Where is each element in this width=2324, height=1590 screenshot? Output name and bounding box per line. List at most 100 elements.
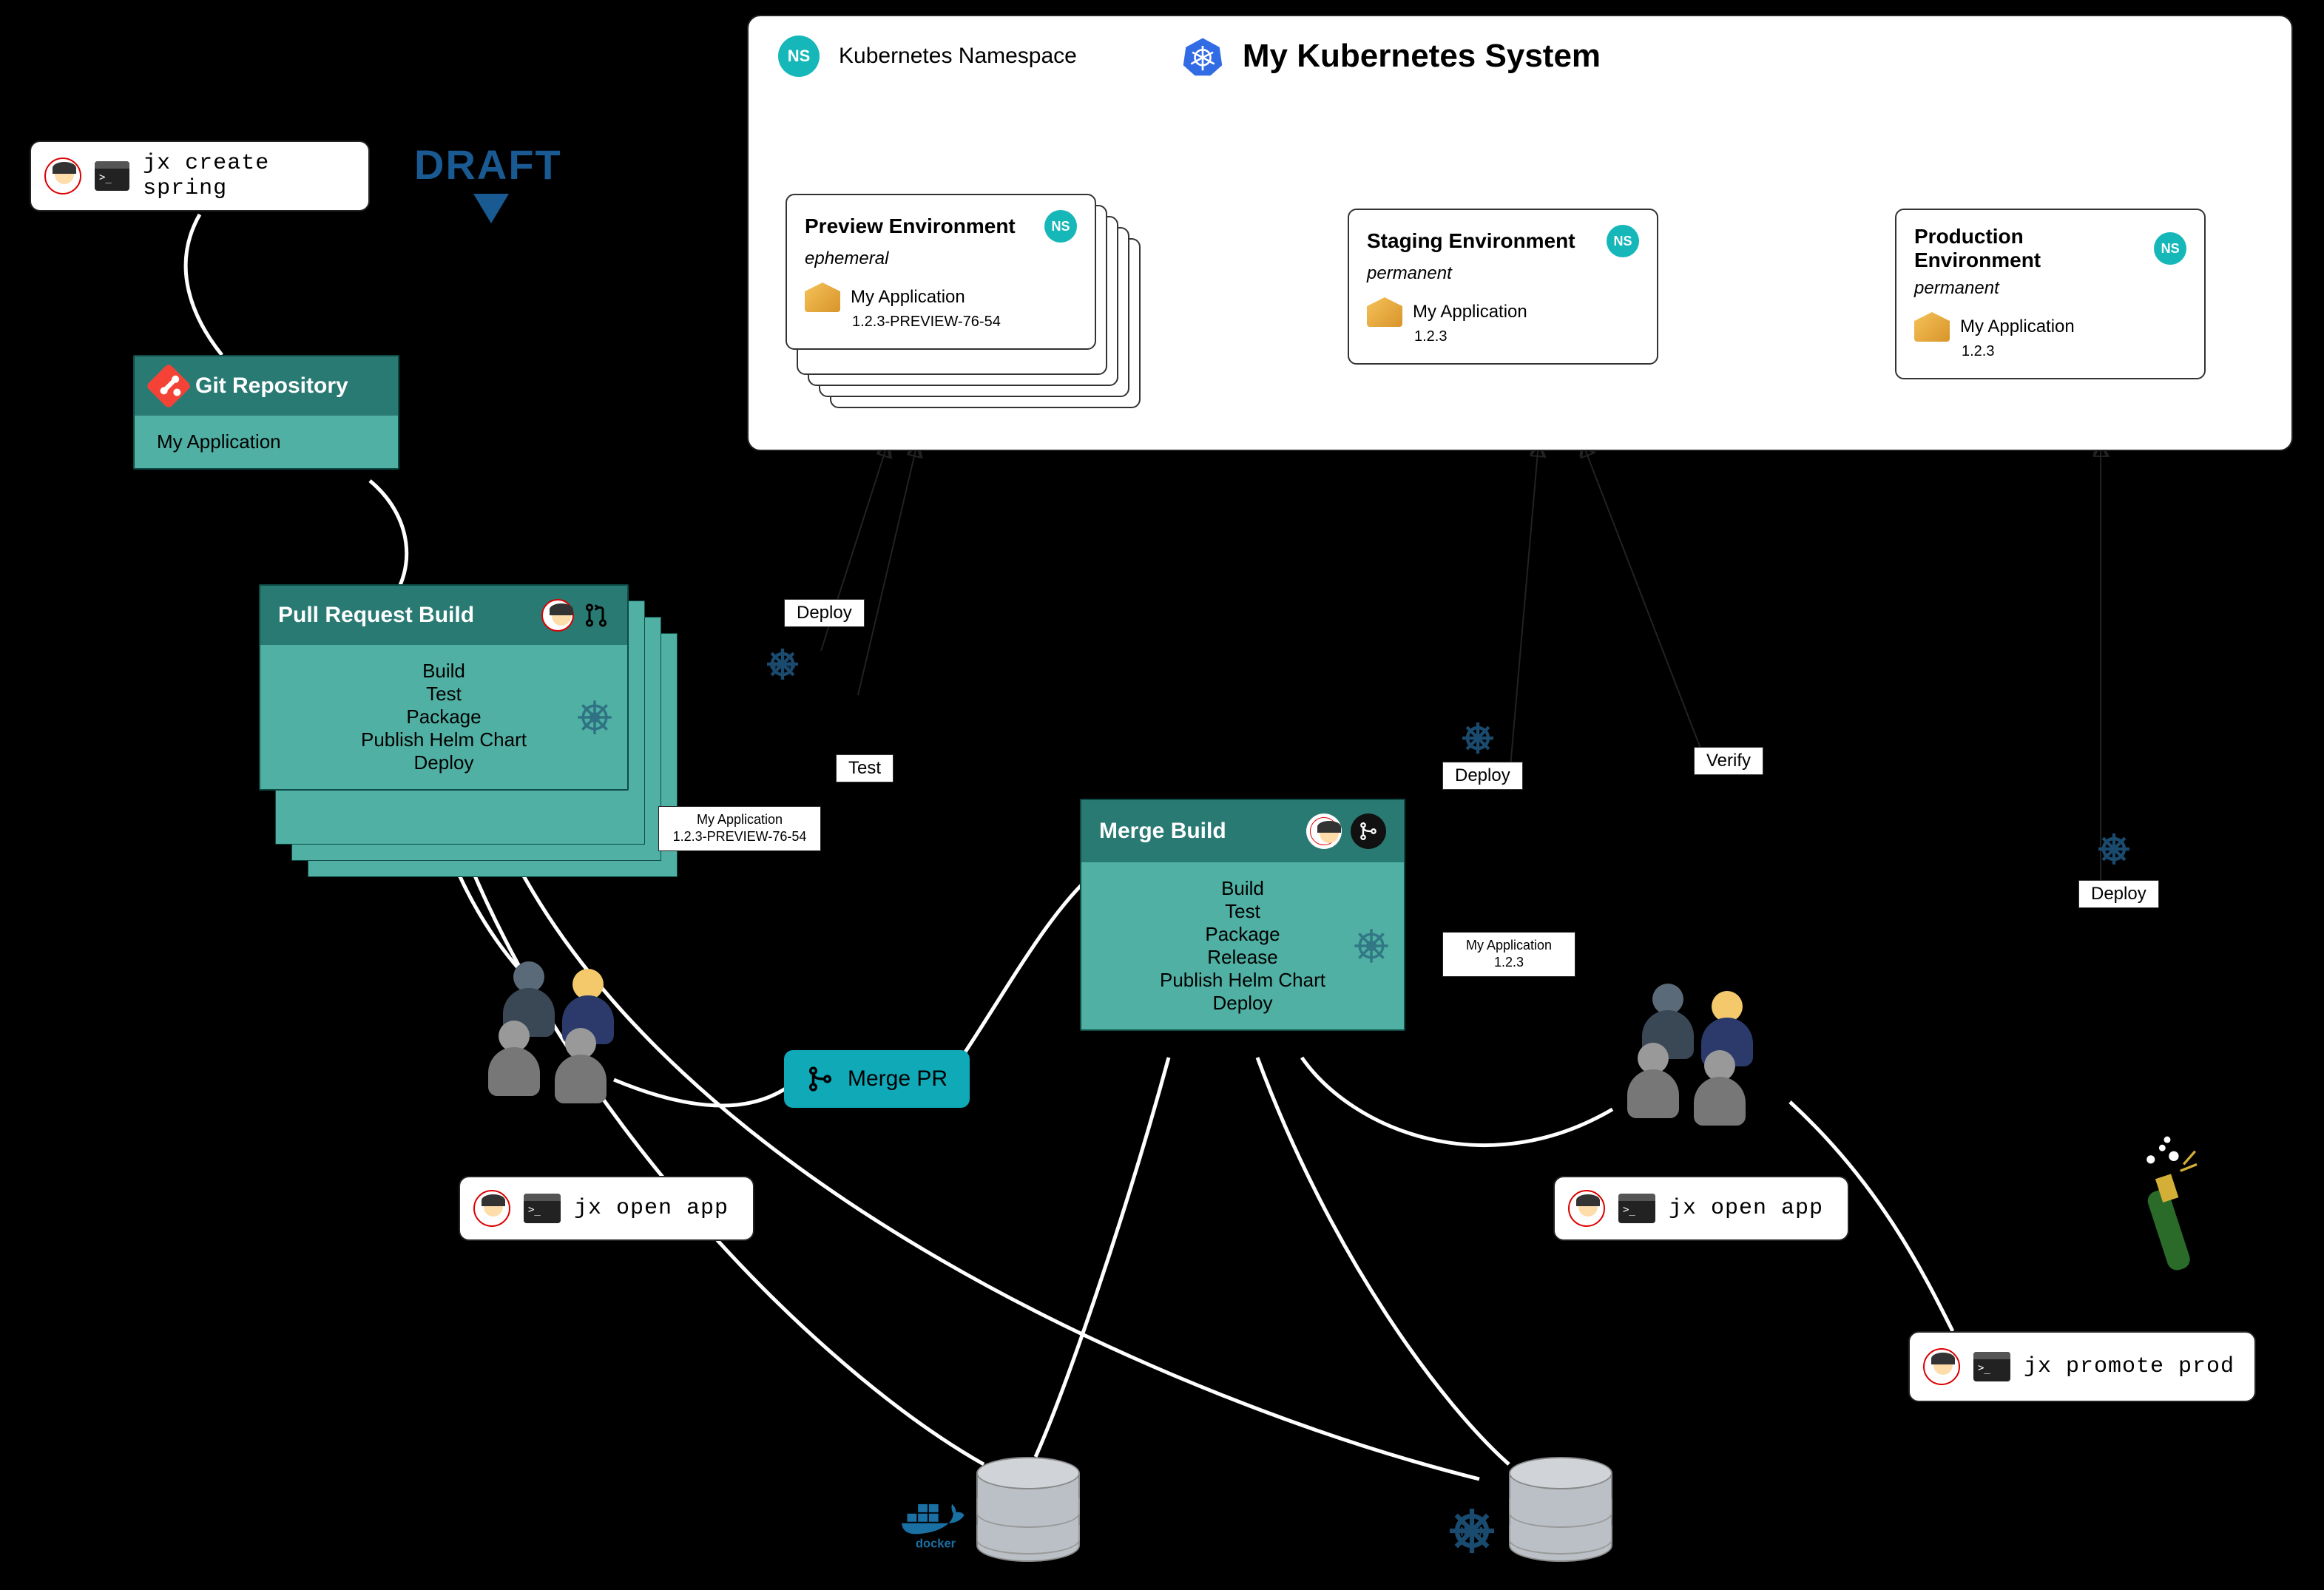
tag-deploy-prod: Deploy bbox=[2078, 880, 2159, 908]
cmd-open-app-2: jx open app bbox=[1553, 1176, 1849, 1241]
tag-test: Test bbox=[836, 754, 894, 782]
svg-text:docker: docker bbox=[916, 1537, 956, 1551]
terminal-icon bbox=[1973, 1352, 2010, 1381]
ns-badge: NS bbox=[778, 35, 820, 77]
prod-env-kind: permanent bbox=[1914, 278, 2186, 299]
pr-artifact-ver: 1.2.3-PREVIEW-76-54 bbox=[666, 828, 813, 845]
helm-icon: HELM bbox=[762, 643, 803, 685]
git-icon bbox=[146, 363, 192, 409]
preview-app-name: My Application bbox=[851, 287, 965, 308]
pr-step: Test bbox=[275, 683, 612, 706]
helm-icon bbox=[2093, 828, 2135, 870]
ns-label: Kubernetes Namespace bbox=[839, 44, 1077, 69]
helm-icon bbox=[1457, 717, 1499, 759]
staging-env-title: Staging Environment NS bbox=[1367, 225, 1639, 257]
staging-app-name: My Application bbox=[1413, 302, 1527, 322]
terminal-icon bbox=[1618, 1194, 1655, 1223]
mb-step: Package bbox=[1096, 923, 1389, 946]
staging-env-kind: permanent bbox=[1367, 263, 1639, 284]
pr-build-stack: Pull Request Build Build Test Package Pu… bbox=[259, 584, 629, 791]
cmd-open-app-1: jx open app bbox=[459, 1176, 754, 1241]
svg-text:HELM: HELM bbox=[1455, 1525, 1489, 1538]
mb-step: Test bbox=[1096, 900, 1389, 923]
tag-deploy-staging: Deploy bbox=[1442, 762, 1523, 790]
jenkins-icon bbox=[1568, 1190, 1605, 1227]
pr-artifact-name: My Application bbox=[666, 811, 813, 828]
merge-icon bbox=[1351, 813, 1386, 849]
prod-app-name: My Application bbox=[1960, 317, 2075, 337]
jenkins-icon bbox=[541, 599, 574, 632]
terminal-icon bbox=[524, 1194, 561, 1223]
helm-icon bbox=[1351, 925, 1392, 967]
staging-app-row: My Application bbox=[1367, 297, 1639, 327]
ns-badge: NS bbox=[2154, 232, 2186, 265]
draft-arrow-icon bbox=[473, 194, 509, 223]
pr-build-title: Pull Request Build bbox=[278, 603, 474, 628]
terminal-icon bbox=[95, 161, 129, 191]
merge-pr-label: Merge PR bbox=[848, 1066, 947, 1092]
prod-app-row: My Application bbox=[1914, 312, 2186, 342]
merge-build-header: Merge Build bbox=[1081, 800, 1404, 862]
draft-text: DRAFT bbox=[414, 141, 562, 188]
merge-build-body: Build Test Package Release Publish Helm … bbox=[1081, 862, 1404, 1029]
staging-env-card: Staging Environment NS permanent My Appl… bbox=[1348, 209, 1658, 365]
k8s-title: My Kubernetes System bbox=[1243, 38, 1601, 75]
helm-icon bbox=[574, 697, 615, 738]
people-group bbox=[488, 961, 636, 1095]
people-group-2 bbox=[1627, 984, 1775, 1117]
tag-deploy-preview: Deploy bbox=[784, 599, 865, 627]
k8s-header: NS Kubernetes Namespace My Kubernetes Sy… bbox=[749, 16, 2291, 96]
pr-build-body: Build Test Package Publish Helm Chart De… bbox=[260, 645, 627, 789]
package-icon bbox=[805, 283, 840, 312]
jenkins-icon bbox=[44, 158, 81, 194]
ns-badge: NS bbox=[1607, 225, 1639, 257]
diagram-canvas: jx create spring DRAFT NS Kubernetes Nam… bbox=[0, 0, 2324, 1590]
merge-artifact-ver: 1.2.3 bbox=[1450, 954, 1567, 971]
merge-pr-action: Merge PR bbox=[784, 1050, 970, 1108]
tag-verify: Verify bbox=[1694, 747, 1763, 775]
merge-icon bbox=[806, 1065, 834, 1093]
preview-env-kind: ephemeral bbox=[805, 248, 1077, 269]
merge-artifact-name: My Application bbox=[1450, 937, 1567, 954]
jenkins-icon bbox=[1923, 1348, 1960, 1385]
svg-text:HELM: HELM bbox=[770, 660, 796, 670]
pr-artifact: My Application 1.2.3-PREVIEW-76-54 bbox=[658, 806, 821, 851]
mb-step: Publish Helm Chart bbox=[1096, 969, 1389, 992]
pr-step: Publish Helm Chart bbox=[275, 728, 612, 751]
package-icon bbox=[1367, 297, 1402, 327]
pr-build-card: Pull Request Build Build Test Package Pu… bbox=[259, 584, 629, 791]
preview-env-card: Preview Environment NS ephemeral My Appl… bbox=[786, 194, 1096, 350]
helm-chart-repo-db bbox=[1509, 1457, 1612, 1568]
pull-request-icon bbox=[583, 602, 609, 629]
docker-registry-db bbox=[976, 1457, 1080, 1568]
mb-step: Release bbox=[1096, 946, 1389, 969]
preview-env-title: Preview Environment NS bbox=[805, 210, 1077, 243]
git-repo-app: My Application bbox=[135, 416, 398, 468]
pr-build-header: Pull Request Build bbox=[260, 586, 627, 645]
kubernetes-icon bbox=[1182, 35, 1223, 77]
cmd-text: jx open app bbox=[1669, 1196, 1823, 1221]
jenkins-icon bbox=[1306, 813, 1342, 849]
helm-icon: HELM bbox=[1442, 1501, 1502, 1560]
preview-app-row: My Application bbox=[805, 283, 1077, 312]
merge-build-card: Merge Build Build Test Package Release P… bbox=[1080, 799, 1405, 1031]
package-icon bbox=[1914, 312, 1950, 342]
mb-step: Build bbox=[1096, 877, 1389, 900]
cmd-create-spring: jx create spring bbox=[30, 141, 370, 212]
champagne-icon bbox=[2123, 1131, 2212, 1279]
preview-app-ver: 1.2.3-PREVIEW-76-54 bbox=[852, 314, 1077, 331]
cmd-text: jx open app bbox=[574, 1196, 729, 1221]
git-repo-title: Git Repository bbox=[195, 373, 348, 399]
prod-env-title: Production Environment NS bbox=[1914, 225, 2186, 272]
jenkins-icon bbox=[473, 1190, 510, 1227]
pr-step: Package bbox=[275, 706, 612, 728]
cmd-promote-prod: jx promote prod bbox=[1908, 1331, 2256, 1402]
merge-artifact: My Application 1.2.3 bbox=[1442, 932, 1575, 977]
staging-app-ver: 1.2.3 bbox=[1414, 328, 1639, 345]
pr-step: Deploy bbox=[275, 751, 612, 774]
preview-env-stack: Preview Environment NS ephemeral My Appl… bbox=[786, 194, 1096, 350]
draft-logo: DRAFT bbox=[414, 141, 562, 189]
prod-app-ver: 1.2.3 bbox=[1962, 343, 2186, 360]
mb-step: Deploy bbox=[1096, 992, 1389, 1015]
git-repo-header: Git Repository bbox=[135, 356, 398, 416]
